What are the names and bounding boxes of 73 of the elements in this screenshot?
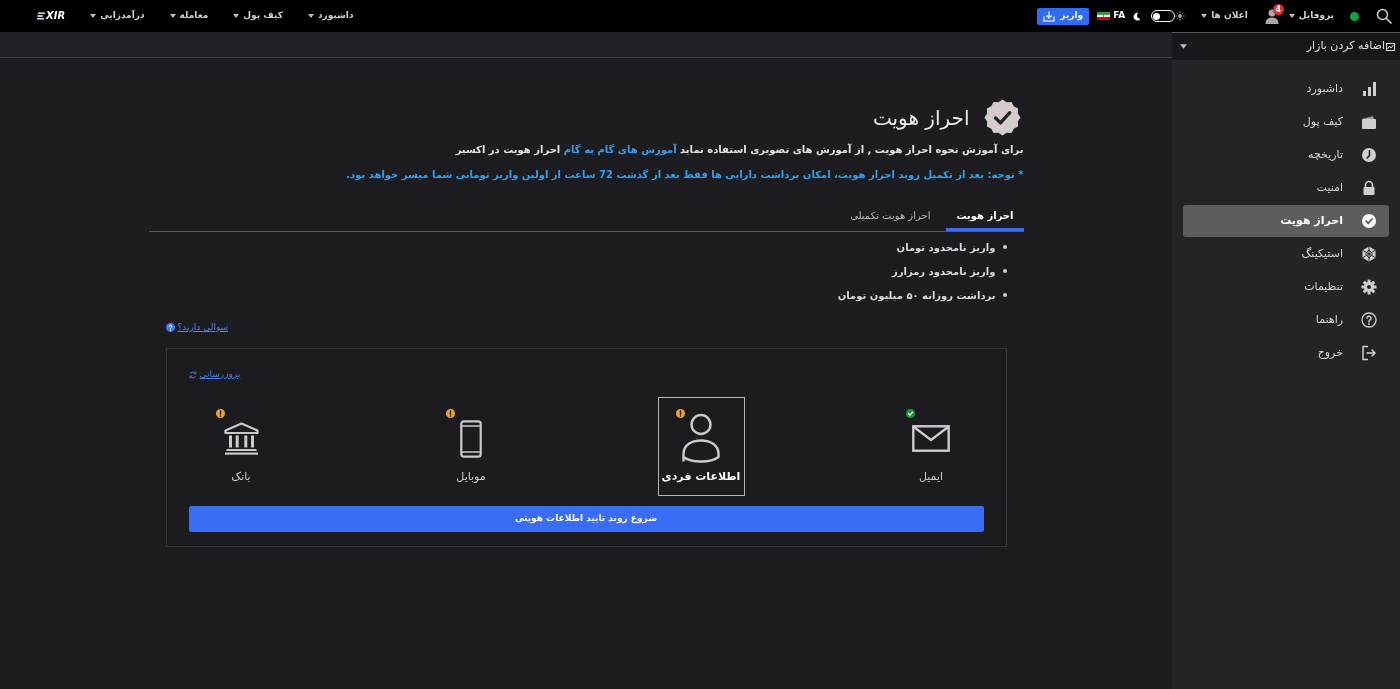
- benefit-text: واریز نامحدود تومان: [896, 240, 996, 255]
- refresh-link[interactable]: بروزرسانی: [188, 368, 241, 381]
- verified-badge-icon: [983, 99, 1021, 136]
- bar-chart-icon: [1361, 81, 1377, 97]
- step-label: موبایل: [456, 469, 486, 484]
- sidebar-item[interactable]: امنیت: [1183, 172, 1389, 204]
- sun-icon: [1175, 11, 1186, 21]
- caret-icon: [1201, 14, 1208, 18]
- caret-icon: [307, 14, 314, 18]
- person-icon: [681, 413, 721, 464]
- verification-step[interactable]: موبایل: [427, 396, 515, 496]
- step-label: اطلاعات فردی: [661, 469, 741, 484]
- logout-icon: [1361, 345, 1377, 361]
- caret-icon: [90, 14, 97, 18]
- refresh-icon: [188, 370, 197, 379]
- sidebar-item[interactable]: کیف پول: [1183, 106, 1389, 138]
- help-link[interactable]: سوالی دارید؟: [165, 321, 229, 335]
- start-verification-button[interactable]: شروع روند تایید اطلاعات هویتی: [188, 505, 984, 532]
- envelope-icon: [912, 425, 950, 452]
- search-icon[interactable]: [1376, 8, 1392, 24]
- profile-menu[interactable]: پروفایل: [1288, 9, 1334, 23]
- nav-menu[interactable]: درآمدزایی: [90, 9, 145, 23]
- chart-icon: [1386, 42, 1395, 51]
- sidebar-item[interactable]: تاریخچه: [1183, 139, 1389, 171]
- hexagon-icon: [1361, 246, 1377, 262]
- bullet-icon: [1002, 293, 1007, 297]
- verification-step[interactable]: بانک: [197, 396, 285, 496]
- notice-text: * توجه: بعد از تکمیل روند احراز هویت، امکان برداشت دارایی ها فقط بعد از گذشت 72 ساعت از اولین واریز تومانی شما میسر خواهد بود.: [345, 168, 1024, 183]
- step-label: ایمیل: [918, 469, 944, 484]
- caret-icon: [1180, 44, 1187, 49]
- page-title: احراز هویت: [872, 104, 970, 132]
- logo-text[interactable]: XIR: [46, 11, 66, 21]
- check-circle-icon: [1361, 213, 1377, 229]
- sidebar-item[interactable]: احراز هویت: [1183, 205, 1389, 237]
- bullet-icon: [1002, 269, 1007, 273]
- benefit-text: واریز نامحدود رمزارز: [892, 264, 996, 279]
- caret-icon: [233, 14, 240, 18]
- sidebar-item[interactable]: داشبورد: [1183, 73, 1389, 105]
- logo-mark-icon: [37, 12, 45, 20]
- step-label: بانک: [231, 469, 251, 484]
- sidebar-item[interactable]: راهنما: [1183, 304, 1389, 336]
- add-market-dropdown[interactable]: اضافه کردن بازار: [1172, 32, 1400, 60]
- lock-icon: [1361, 180, 1377, 196]
- notification-badge: 4: [1272, 4, 1284, 15]
- benefit-text: برداشت روزانه ۵۰ میلیون تومان: [837, 288, 996, 303]
- wallet-icon: [1361, 114, 1377, 130]
- tab[interactable]: احراز هویت: [946, 203, 1024, 231]
- language-label[interactable]: FA: [1113, 9, 1126, 23]
- sidebar-item[interactable]: استیکینگ: [1183, 238, 1389, 270]
- nav-menu[interactable]: معامله: [169, 9, 209, 23]
- caret-icon: [1288, 14, 1295, 18]
- sidebar-item[interactable]: خروج: [1183, 337, 1389, 369]
- sidebar-item[interactable]: تنظیمات: [1183, 271, 1389, 303]
- bank-icon: [223, 422, 259, 455]
- phone-icon: [460, 419, 482, 458]
- bullet-icon: [1002, 245, 1007, 249]
- clock-icon: [1361, 147, 1377, 163]
- settings-icon: [1361, 279, 1377, 295]
- verification-step[interactable]: ایمیل: [887, 396, 975, 496]
- help-icon: [1361, 312, 1377, 328]
- help-icon: [165, 323, 175, 333]
- nav-menu[interactable]: کیف پول: [233, 9, 283, 23]
- tab[interactable]: احراز هویت تکمیلی: [840, 203, 941, 231]
- flag-icon: [1097, 12, 1111, 20]
- notifications-menu[interactable]: اعلان ها: [1201, 9, 1248, 23]
- nav-menu[interactable]: داشبورد: [307, 9, 354, 23]
- deposit-button[interactable]: واریز: [1037, 7, 1090, 25]
- download-icon: [1043, 10, 1056, 22]
- verification-step[interactable]: اطلاعات فردی: [657, 396, 745, 496]
- intro-text: برای آموزش نحوه احراز هویت , از آموزش های تصویری استفاده نماید آموزش های گام به گام احراز هویت در اکسیر: [454, 142, 1024, 158]
- tutorial-link[interactable]: آموزش های گام به گام: [563, 144, 677, 155]
- caret-icon: [169, 14, 176, 18]
- moon-icon: [1133, 11, 1142, 21]
